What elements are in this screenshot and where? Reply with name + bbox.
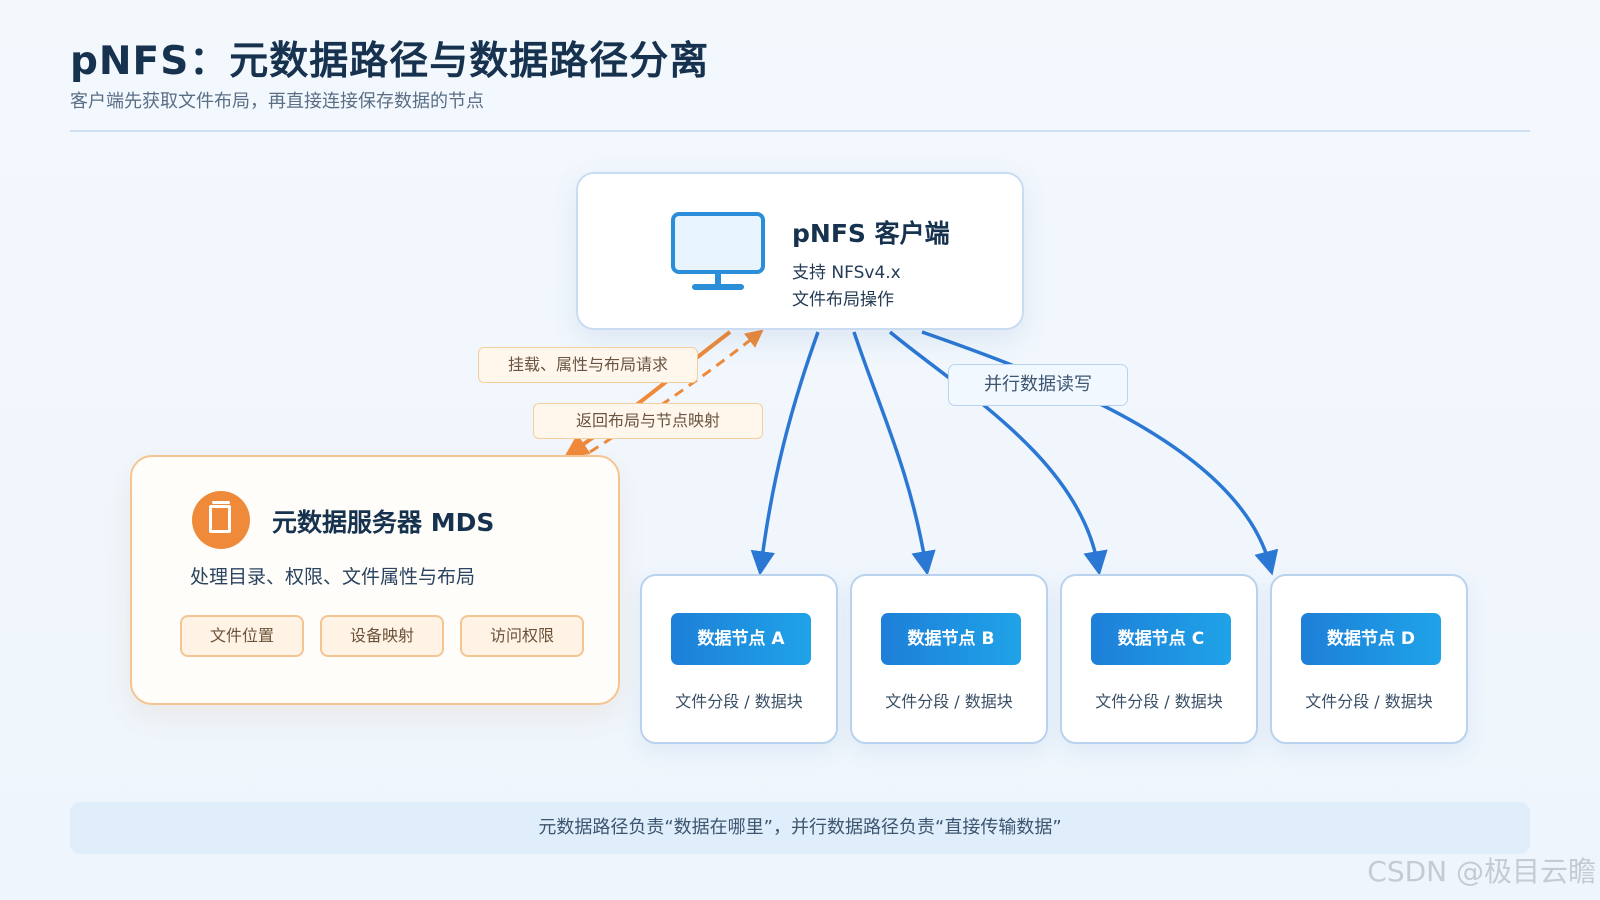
client-protocol: 支持 NFSv4.x [792,263,901,283]
monitor-icon [671,212,765,290]
footer-note: 元数据路径负责“数据在哪里”，并行数据路径负责“直接传输数据” [70,802,1530,854]
mds-description: 处理目录、权限、文件属性与布局 [190,566,476,588]
data-node-c: 数据节点 C 文件分段 / 数据块 [1060,574,1258,744]
chip-file-location: 文件位置 [180,615,304,657]
data-path-arrow-a [750,331,820,576]
client-name: pNFS 客户端 [792,219,950,248]
parallel-data-label: 并行数据读写 [948,364,1128,406]
document-icon [192,491,250,549]
data-node-a: 数据节点 A 文件分段 / 数据块 [640,574,838,744]
data-node-title: 数据节点 B [881,613,1021,665]
request-label: 挂载、属性与布局请求 [478,347,698,383]
chip-access-permission: 访问权限 [460,615,584,657]
metadata-server-card: 元数据服务器 MDS 处理目录、权限、文件属性与布局 文件位置 设备映射 访问权… [130,455,620,705]
data-node-d: 数据节点 D 文件分段 / 数据块 [1270,574,1468,744]
connection-arrows [564,329,1279,576]
data-node-title: 数据节点 D [1301,613,1441,665]
pnfs-client-card: pNFS 客户端 支持 NFSv4.x 文件布局操作 [576,172,1024,330]
client-operation: 文件布局操作 [792,290,894,310]
data-node-subtitle: 文件分段 / 数据块 [1095,692,1223,711]
chip-device-mapping: 设备映射 [320,615,444,657]
watermark: CSDN @极目云瞻 [1367,855,1596,888]
response-label: 返回布局与节点映射 [533,403,763,439]
data-node-subtitle: 文件分段 / 数据块 [1305,692,1433,711]
data-node-subtitle: 文件分段 / 数据块 [675,692,803,711]
data-node-title: 数据节点 A [671,613,811,665]
data-path-arrow-b [852,331,936,576]
mds-name: 元数据服务器 MDS [272,508,495,537]
data-node-b: 数据节点 B 文件分段 / 数据块 [850,574,1048,744]
data-node-title: 数据节点 C [1091,613,1231,665]
data-node-subtitle: 文件分段 / 数据块 [885,692,1013,711]
